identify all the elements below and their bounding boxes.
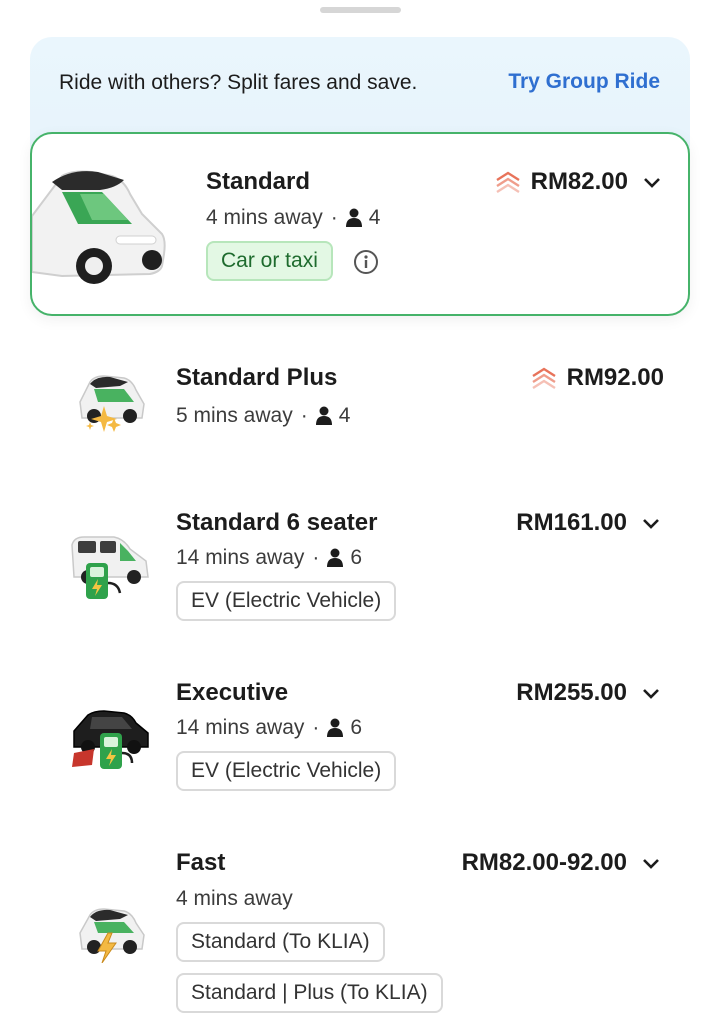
ride-eta: 14 mins away	[176, 716, 305, 739]
lightning-car-icon	[79, 908, 145, 963]
ride-tag: EV (Electric Vehicle)	[176, 581, 397, 621]
ride-price-group: RM82.00	[495, 168, 662, 196]
ride-price-group: RM161.00	[516, 509, 661, 537]
ride-tag: Standard (To KLIA)	[176, 922, 385, 962]
ride-option-fast[interactable]: Fast 4 mins away Standard (To KLIA) Stan…	[0, 835, 720, 1024]
sheet-grabber[interactable]	[320, 7, 401, 13]
ride-price: RM255.00	[516, 679, 627, 706]
ride-meta: 4 mins away · 4	[206, 206, 380, 230]
ride-seats: 4	[368, 206, 381, 229]
separator-dot: ·	[312, 546, 320, 569]
ride-eta: 4 mins away	[206, 206, 323, 229]
ride-seats: 6	[350, 716, 363, 739]
try-group-ride-link[interactable]: Try Group Ride	[508, 70, 660, 94]
ride-price: RM82.00-92.00	[461, 849, 627, 876]
chevron-down-icon[interactable]	[642, 175, 662, 189]
sparkle-car-icon	[79, 375, 145, 432]
ride-option-executive[interactable]: Executive 14 mins away · 6 EV (Electric …	[0, 665, 720, 805]
ride-name: Standard 6 seater	[176, 509, 378, 536]
person-icon	[315, 406, 332, 425]
ride-name: Standard	[206, 168, 311, 195]
ride-price-group: RM92.00	[531, 364, 664, 392]
ride-price: RM161.00	[516, 509, 627, 536]
ride-seats: 6	[350, 546, 363, 569]
ride-tag: Standard | Plus (To KLIA)	[176, 973, 443, 1013]
ride-option-standard-6-seater[interactable]: Standard 6 seater 14 mins away · 6 EV (E…	[0, 495, 720, 635]
white-car-icon	[32, 170, 166, 284]
chevron-down-icon[interactable]	[641, 516, 661, 530]
ride-meta: 14 mins away · 6	[176, 716, 362, 740]
ride-tag: EV (Electric Vehicle)	[176, 751, 397, 791]
ride-price-group: RM82.00-92.00	[462, 849, 661, 877]
group-ride-promo-text: Ride with others? Split fares and save.	[59, 71, 418, 94]
ride-name: Executive	[176, 679, 289, 706]
ride-seats: 4	[338, 404, 351, 427]
separator-dot: ·	[330, 206, 338, 229]
surge-icon	[531, 367, 556, 390]
person-icon	[327, 718, 344, 737]
ride-price: RM82.00	[530, 168, 628, 195]
info-icon[interactable]	[353, 249, 379, 275]
surge-icon	[495, 171, 520, 194]
chevron-down-icon[interactable]	[641, 856, 661, 870]
ride-tag: Car or taxi	[206, 241, 333, 281]
ride-name: Standard Plus	[176, 364, 338, 391]
separator-dot: ·	[312, 716, 320, 739]
person-icon	[327, 548, 344, 567]
ride-meta: 5 mins away · 4	[176, 404, 350, 428]
ride-eta: 14 mins away	[176, 546, 305, 569]
ride-option-standard[interactable]: Standard 4 mins away · 4 Car or taxi RM8…	[30, 132, 690, 316]
ride-eta: 4 mins away	[176, 887, 293, 910]
separator-dot: ·	[300, 404, 308, 427]
person-icon	[345, 208, 362, 227]
ride-meta: 14 mins away · 6	[176, 546, 362, 570]
ride-meta: 4 mins away	[176, 887, 293, 911]
ride-option-standard-plus[interactable]: Standard Plus 5 mins away · 4 RM92.00	[0, 350, 720, 470]
ride-eta: 5 mins away	[176, 404, 293, 427]
ev-van-icon	[71, 536, 149, 599]
ride-price: RM92.00	[566, 364, 664, 391]
ev-executive-car-icon	[72, 710, 149, 769]
chevron-down-icon[interactable]	[641, 686, 661, 700]
ride-price-group: RM255.00	[516, 679, 661, 707]
ride-name: Fast	[176, 849, 226, 876]
